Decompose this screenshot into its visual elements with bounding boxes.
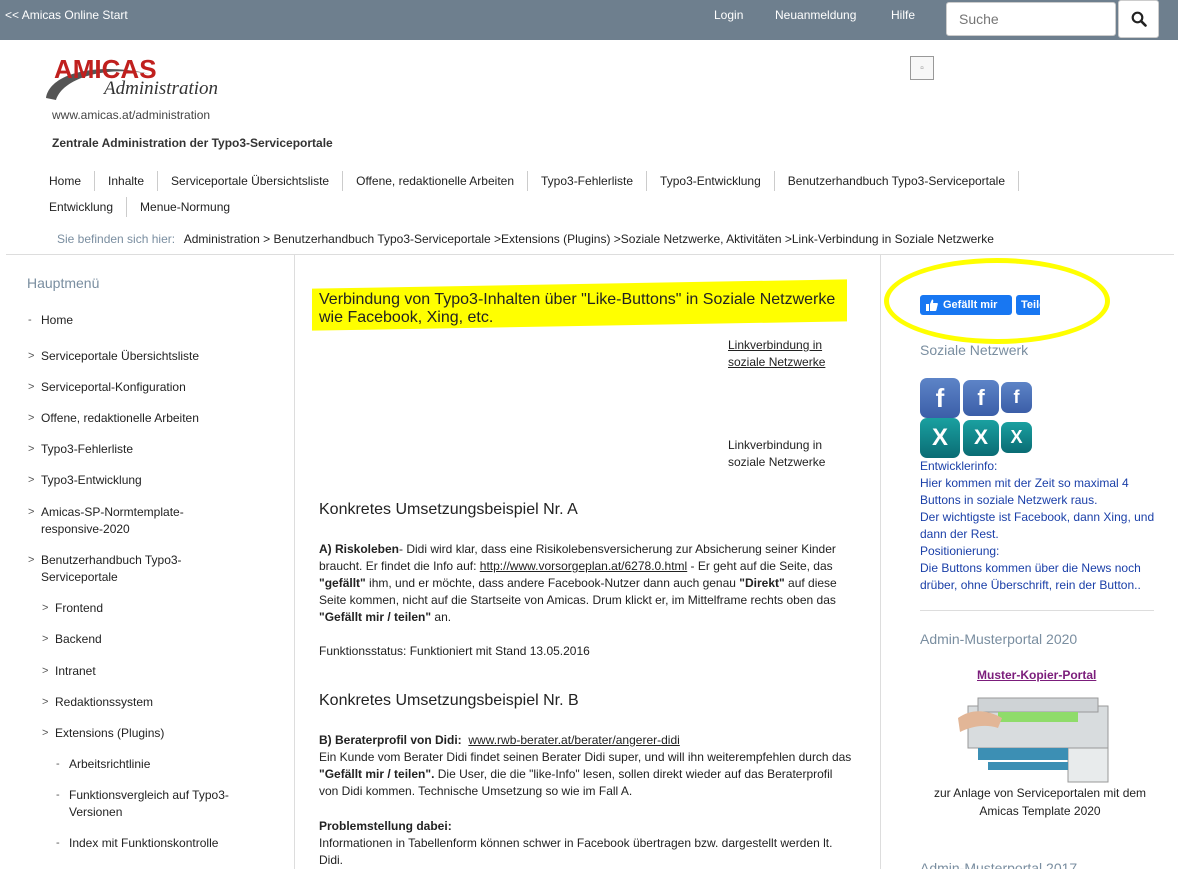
xing-icon[interactable]: X (963, 420, 999, 456)
broken-image-icon: ▫ (910, 56, 934, 80)
login-link[interactable]: Login (714, 8, 743, 22)
sidebar: Hauptmenü -Home >Serviceportale Übersich… (0, 255, 295, 869)
search-icon (1131, 11, 1147, 27)
developer-info: Entwicklerinfo: Hier kommen mit der Zeit… (920, 458, 1160, 594)
dash-marker: - (56, 787, 60, 804)
nav-serviceportale[interactable]: Serviceportale Übersichtsliste (158, 171, 343, 191)
sidebar-item-offene-arbeiten[interactable]: >Offene, redaktionelle Arbeiten (41, 410, 199, 427)
chevron-right-icon: > (28, 348, 34, 365)
thumbs-up-icon (926, 299, 938, 311)
admin-musterportal-2017-title: Admin-Musterportal 2017 (920, 860, 1077, 869)
sidebar-item-konfiguration[interactable]: >Serviceportal-Konfiguration (41, 379, 186, 396)
amicas-logo[interactable]: AMICAS Administration (40, 54, 240, 110)
dash-marker: - (56, 835, 60, 852)
chevron-right-icon: > (28, 410, 34, 427)
breadcrumb: Sie befinden sich hier: Administration >… (57, 232, 994, 246)
chevron-right-icon: > (28, 552, 34, 569)
facebook-icon[interactable]: f (963, 380, 999, 416)
chevron-right-icon: > (28, 504, 34, 521)
main-content: Verbindung von Typo3-Inhalten über "Like… (296, 255, 881, 869)
nav-fehlerliste[interactable]: Typo3-Fehlerliste (528, 171, 647, 191)
section-b-text: B) Beraterprofil von Didi: www.rwb-berat… (319, 732, 854, 800)
dash-marker: - (28, 312, 32, 329)
problem-section: Problemstellung dabei: Informationen in … (319, 818, 854, 869)
admin-musterportal-title: Admin-Musterportal 2020 (920, 631, 1077, 647)
facebook-share-button[interactable]: Teilen (1016, 295, 1040, 315)
sidebar-item-extensions[interactable]: >Extensions (Plugins) (55, 725, 164, 742)
copier-caption: zur Anlage von Serviceportalen mit dem A… (920, 784, 1160, 820)
sidebar-item-redaktionssystem[interactable]: >Redaktionssystem (55, 694, 153, 711)
nav-menue-normung[interactable]: Menue-Normung (127, 197, 243, 217)
sidebar-item-serviceportale[interactable]: >Serviceportale Übersichtsliste (41, 348, 199, 365)
nav-offene-arbeiten[interactable]: Offene, redaktionelle Arbeiten (343, 171, 528, 191)
nav-entwicklung[interactable]: Entwicklung (36, 197, 127, 217)
facebook-icon[interactable]: f (920, 378, 960, 418)
muster-kopier-portal-link[interactable]: Muster-Kopier-Portal (977, 668, 1096, 682)
sidebar-item-benutzerhandbuch[interactable]: >Benutzerhandbuch Typo3-Serviceportale (41, 552, 201, 586)
chevron-right-icon: > (42, 694, 48, 711)
chevron-right-icon: > (42, 631, 48, 648)
sidebar-item-fehlerliste[interactable]: >Typo3-Fehlerliste (41, 441, 133, 458)
sidebar-item-index[interactable]: -Index mit Funktionskontrolle (69, 835, 218, 852)
sidebar-item-frontend[interactable]: >Frontend (55, 600, 103, 617)
help-link[interactable]: Hilfe (891, 8, 915, 22)
chevron-right-icon: > (28, 472, 34, 489)
divider (920, 610, 1154, 611)
sidebar-item-intranet[interactable]: >Intranet (55, 663, 96, 680)
register-link[interactable]: Neuanmeldung (775, 8, 856, 22)
search-button[interactable] (1118, 0, 1159, 38)
section-a-title: Konkretes Umsetzungsbeispiel Nr. A (319, 501, 578, 519)
xing-icon[interactable]: X (920, 418, 960, 458)
main-navigation: Home Inhalte Serviceportale Übersichtsli… (36, 168, 1096, 220)
social-network-title: Soziale Netzwerk (920, 342, 1028, 358)
chevron-right-icon: > (42, 725, 48, 742)
nav-typo3-entwicklung[interactable]: Typo3-Entwicklung (647, 171, 775, 191)
page-headline: Verbindung von Typo3-Inhalten über "Like… (319, 291, 844, 327)
search-input[interactable] (946, 2, 1116, 36)
copier-image[interactable] (958, 688, 1112, 784)
sidebar-title: Hauptmenü (27, 275, 99, 291)
vorsorgeplan-link[interactable]: http://www.vorsorgeplan.at/6278.0.html (480, 559, 687, 573)
section-a-text: A) Riskoleben- Didi wird klar, dass eine… (319, 541, 854, 626)
site-tagline: Zentrale Administration der Typo3-Servic… (52, 136, 333, 150)
function-status: Funktionsstatus: Funktioniert mit Stand … (319, 643, 854, 660)
section-b-title: Konkretes Umsetzungsbeispiel Nr. B (319, 692, 579, 710)
sidebar-item-backend[interactable]: >Backend (55, 631, 102, 648)
sidebar-item-entwicklung[interactable]: >Typo3-Entwicklung (41, 472, 142, 489)
chevron-right-icon: > (28, 379, 34, 396)
dash-marker: - (56, 756, 60, 773)
beraterprofil-link[interactable]: www.rwb-berater.at/berater/angerer-didi (468, 733, 679, 747)
logo-subtext: Administration (102, 78, 218, 99)
nav-home[interactable]: Home (36, 171, 95, 191)
breadcrumb-label: Sie befinden sich hier: (57, 232, 175, 246)
top-bar: << Amicas Online Start Login Neuanmeldun… (0, 0, 1178, 40)
breadcrumb-path[interactable]: Administration > Benutzerhandbuch Typo3-… (184, 232, 994, 246)
link-soziale-netzwerke[interactable]: Linkverbindung in soziale Netzwerke (728, 337, 838, 371)
sidebar-item-funktionsvergleich[interactable]: -Funktionsvergleich auf Typo3-Versionen (69, 787, 239, 821)
facebook-like-button[interactable]: Gefällt mir (920, 295, 1012, 315)
sidebar-item-home[interactable]: -Home (41, 312, 73, 329)
sidebar-item-normtemplate[interactable]: >Amicas-SP-Normtemplate-responsive-2020 (41, 504, 211, 538)
xing-icon[interactable]: X (1001, 422, 1032, 453)
chevron-right-icon: > (42, 663, 48, 680)
facebook-icon[interactable]: f (1001, 382, 1032, 413)
chevron-right-icon: > (28, 441, 34, 458)
amicas-online-start-link[interactable]: << Amicas Online Start (5, 8, 128, 22)
sidebar-item-arbeitsrichtlinie[interactable]: -Arbeitsrichtlinie (69, 756, 150, 773)
link-soziale-netzwerke-text: Linkverbindung in soziale Netzwerke (728, 437, 838, 471)
nav-benutzerhandbuch[interactable]: Benutzerhandbuch Typo3-Serviceportale (775, 171, 1019, 191)
nav-inhalte[interactable]: Inhalte (95, 171, 158, 191)
site-url: www.amicas.at/administration (52, 108, 210, 122)
chevron-right-icon: > (42, 600, 48, 617)
